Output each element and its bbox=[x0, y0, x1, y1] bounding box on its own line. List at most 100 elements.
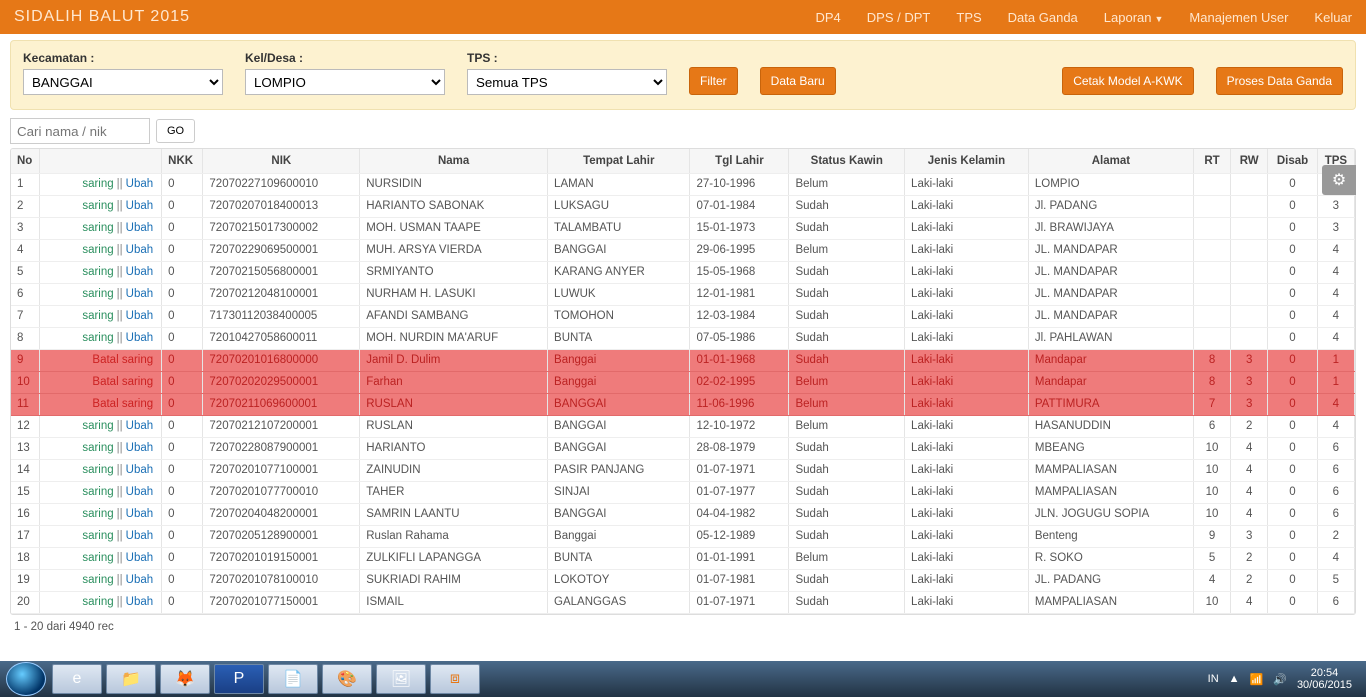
taskbar-app-img[interactable]: 🖼 bbox=[376, 664, 426, 694]
kecamatan-select[interactable]: BANGGAI bbox=[23, 69, 223, 95]
settings-gear-button[interactable]: ⚙ bbox=[1322, 165, 1356, 195]
saring-link[interactable]: saring bbox=[82, 530, 113, 542]
batal-saring-link[interactable]: Batal saring bbox=[92, 354, 153, 366]
cell-status: Sudah bbox=[789, 503, 905, 525]
ubah-link[interactable]: Ubah bbox=[126, 552, 154, 564]
saring-link[interactable]: saring bbox=[82, 310, 113, 322]
ubah-link[interactable]: Ubah bbox=[126, 288, 154, 300]
ubah-link[interactable]: Ubah bbox=[126, 574, 154, 586]
ubah-link[interactable]: Ubah bbox=[126, 486, 154, 498]
saring-link[interactable]: saring bbox=[82, 574, 113, 586]
tray-lang[interactable]: IN bbox=[1208, 673, 1219, 685]
nav-laporan[interactable]: Laporan▼ bbox=[1104, 10, 1164, 25]
ubah-link[interactable]: Ubah bbox=[126, 420, 154, 432]
ubah-link[interactable]: Ubah bbox=[126, 530, 154, 542]
start-button[interactable] bbox=[6, 662, 46, 696]
th-alamat: Alamat bbox=[1028, 149, 1193, 173]
saring-link[interactable]: saring bbox=[82, 464, 113, 476]
ubah-link[interactable]: Ubah bbox=[126, 596, 154, 608]
saring-link[interactable]: saring bbox=[82, 508, 113, 520]
search-input[interactable] bbox=[10, 118, 150, 144]
ubah-link[interactable]: Ubah bbox=[126, 266, 154, 278]
cell-status: Belum bbox=[789, 415, 905, 437]
ubah-link[interactable]: Ubah bbox=[126, 200, 154, 212]
search-go-button[interactable]: GO bbox=[156, 119, 195, 143]
taskbar-app-explorer[interactable]: 📁 bbox=[106, 664, 156, 694]
table-row: 8saring||Ubah072010427058600011MOH. NURD… bbox=[11, 327, 1355, 349]
saring-link[interactable]: saring bbox=[82, 552, 113, 564]
cell-disab: 0 bbox=[1268, 305, 1318, 327]
ubah-link[interactable]: Ubah bbox=[126, 464, 154, 476]
cell-rt bbox=[1193, 327, 1230, 349]
nav-tps[interactable]: TPS bbox=[956, 10, 981, 25]
cell-rw bbox=[1231, 261, 1268, 283]
saring-link[interactable]: saring bbox=[82, 266, 113, 278]
cell-status: Sudah bbox=[789, 305, 905, 327]
tray-sound-icon[interactable]: 🔊 bbox=[1273, 673, 1287, 686]
ubah-link[interactable]: Ubah bbox=[126, 442, 154, 454]
taskbar-app-firefox[interactable]: 🦊 bbox=[160, 664, 210, 694]
nav-keluar[interactable]: Keluar bbox=[1314, 10, 1352, 25]
taskbar-app-paint[interactable]: 🎨 bbox=[322, 664, 372, 694]
saring-link[interactable]: saring bbox=[82, 178, 113, 190]
saring-link[interactable]: saring bbox=[82, 222, 113, 234]
cell-tgl: 11-06-1996 bbox=[690, 393, 789, 415]
proses-ganda-button[interactable]: Proses Data Ganda bbox=[1216, 67, 1343, 95]
cell-tempat: LAMAN bbox=[548, 173, 690, 195]
tray-clock[interactable]: 20:54 30/06/2015 bbox=[1297, 667, 1352, 691]
filter-button[interactable]: Filter bbox=[689, 67, 738, 95]
taskbar-app-doc[interactable]: 📄 bbox=[268, 664, 318, 694]
saring-link[interactable]: saring bbox=[82, 486, 113, 498]
keldesa-select[interactable]: LOMPIO bbox=[245, 69, 445, 95]
th-disab: Disab bbox=[1268, 149, 1318, 173]
cell-tps: 4 bbox=[1317, 283, 1354, 305]
batal-saring-link[interactable]: Batal saring bbox=[92, 376, 153, 388]
ubah-link[interactable]: Ubah bbox=[126, 244, 154, 256]
cell-rw bbox=[1231, 217, 1268, 239]
taskbar-app-ie[interactable]: e bbox=[52, 664, 102, 694]
data-baru-button[interactable]: Data Baru bbox=[760, 67, 836, 95]
saring-link[interactable]: saring bbox=[82, 596, 113, 608]
tps-select[interactable]: Semua TPS bbox=[467, 69, 667, 95]
brand-title: SIDALIH BALUT 2015 bbox=[14, 8, 190, 26]
th-nama: Nama bbox=[360, 149, 548, 173]
cell-actions: saring||Ubah bbox=[40, 327, 162, 349]
nav-manajemen-user[interactable]: Manajemen User bbox=[1189, 10, 1288, 25]
saring-link[interactable]: saring bbox=[82, 288, 113, 300]
cell-jk: Laki-laki bbox=[905, 261, 1029, 283]
cell-disab: 0 bbox=[1268, 415, 1318, 437]
ubah-link[interactable]: Ubah bbox=[126, 178, 154, 190]
table-row: 3saring||Ubah072070215017300002MOH. USMA… bbox=[11, 217, 1355, 239]
cell-nik: 71730112038400005 bbox=[203, 305, 360, 327]
ubah-link[interactable]: Ubah bbox=[126, 332, 154, 344]
cell-actions: saring||Ubah bbox=[40, 173, 162, 195]
cell-disab: 0 bbox=[1268, 481, 1318, 503]
nav-dps-dpt[interactable]: DPS / DPT bbox=[867, 10, 931, 25]
cell-no: 10 bbox=[11, 371, 40, 393]
taskbar-app-p[interactable]: P bbox=[214, 664, 264, 694]
saring-link[interactable]: saring bbox=[82, 332, 113, 344]
ubah-link[interactable]: Ubah bbox=[126, 222, 154, 234]
taskbar-app-xampp[interactable]: ⧈ bbox=[430, 664, 480, 694]
nav-dp4[interactable]: DP4 bbox=[816, 10, 841, 25]
tray-network-icon[interactable]: 📶 bbox=[1250, 673, 1264, 686]
cell-alamat: JL. MANDAPAR bbox=[1028, 239, 1193, 261]
saring-link[interactable]: saring bbox=[82, 442, 113, 454]
cell-disab: 0 bbox=[1268, 261, 1318, 283]
saring-link[interactable]: saring bbox=[82, 200, 113, 212]
ubah-link[interactable]: Ubah bbox=[126, 508, 154, 520]
cell-nama: ZULKIFLI LAPANGGA bbox=[360, 547, 548, 569]
tray-flag-icon[interactable]: ▲ bbox=[1229, 673, 1240, 685]
search-row: GO bbox=[10, 118, 1356, 144]
cell-rt bbox=[1193, 305, 1230, 327]
cell-rw: 2 bbox=[1231, 547, 1268, 569]
ubah-link[interactable]: Ubah bbox=[126, 310, 154, 322]
cell-nama: ZAINUDIN bbox=[360, 459, 548, 481]
saring-link[interactable]: saring bbox=[82, 244, 113, 256]
batal-saring-link[interactable]: Batal saring bbox=[92, 398, 153, 410]
saring-link[interactable]: saring bbox=[82, 420, 113, 432]
cetak-model-button[interactable]: Cetak Model A-KWK bbox=[1062, 67, 1193, 95]
nav-data-ganda[interactable]: Data Ganda bbox=[1008, 10, 1078, 25]
cell-alamat: JL. MANDAPAR bbox=[1028, 283, 1193, 305]
cell-rt: 6 bbox=[1193, 415, 1230, 437]
